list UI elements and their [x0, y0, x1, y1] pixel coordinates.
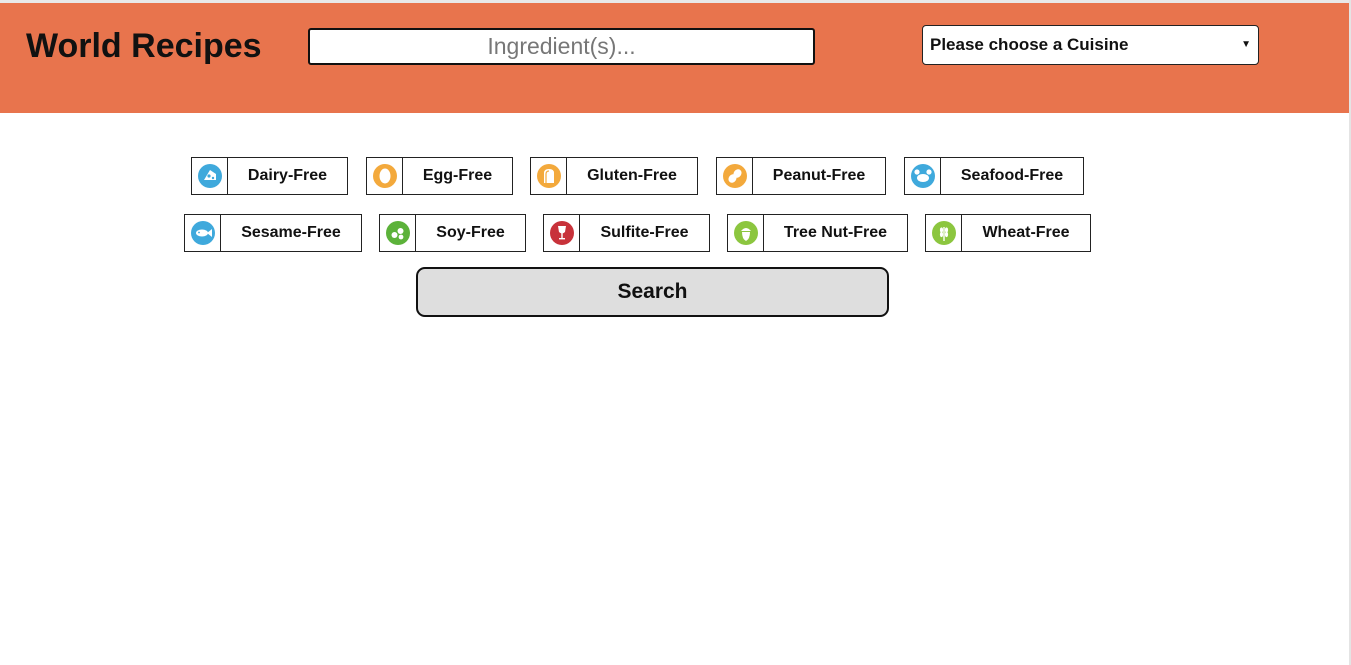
filter-label: Egg-Free: [422, 167, 493, 184]
filter-soy-free[interactable]: Soy-Free: [379, 214, 526, 252]
ingredient-search-input[interactable]: [308, 28, 815, 65]
peanut-icon: [717, 158, 753, 194]
fish-icon: [185, 215, 221, 251]
filter-gluten-free[interactable]: Gluten-Free: [530, 157, 698, 195]
filter-label: Sulfite-Free: [600, 224, 689, 241]
egg-icon: [367, 158, 403, 194]
bread-icon: [531, 158, 567, 194]
filter-wheat-free[interactable]: Wheat-Free: [925, 214, 1091, 252]
filter-egg-free[interactable]: Egg-Free: [366, 157, 513, 195]
filter-label: Seafood-Free: [960, 167, 1064, 184]
filter-seafood-free[interactable]: Seafood-Free: [904, 157, 1084, 195]
search-button[interactable]: Search: [416, 267, 889, 317]
filter-label: Soy-Free: [436, 224, 505, 241]
cuisine-select-value: Please choose a Cuisine: [930, 35, 1129, 54]
page: World Recipes Please choose a Cuisine ▼ …: [0, 0, 1351, 665]
wine-glass-icon: [544, 215, 580, 251]
cuisine-select[interactable]: Please choose a Cuisine ▼: [922, 25, 1259, 65]
cheese-icon: [192, 158, 228, 194]
filter-dairy-free[interactable]: Dairy-Free: [191, 157, 348, 195]
filter-label: Wheat-Free: [982, 224, 1070, 241]
filter-tree-nut-free[interactable]: Tree Nut-Free: [727, 214, 908, 252]
soy-icon: [380, 215, 416, 251]
wheat-icon: [926, 215, 962, 251]
filter-label: Peanut-Free: [772, 167, 866, 184]
filter-label: Tree Nut-Free: [783, 224, 888, 241]
dropdown-arrow-icon: ▼: [1241, 39, 1251, 50]
site-title: World Recipes: [26, 27, 262, 65]
filter-peanut-free[interactable]: Peanut-Free: [716, 157, 886, 195]
filter-label: Sesame-Free: [241, 224, 341, 241]
filter-sesame-free[interactable]: Sesame-Free: [184, 214, 362, 252]
acorn-icon: [728, 215, 764, 251]
filter-label: Dairy-Free: [247, 167, 328, 184]
header-bar: World Recipes Please choose a Cuisine ▼: [0, 3, 1349, 113]
filter-sulfite-free[interactable]: Sulfite-Free: [543, 214, 710, 252]
filter-label: Gluten-Free: [587, 167, 677, 184]
crab-icon: [905, 158, 941, 194]
